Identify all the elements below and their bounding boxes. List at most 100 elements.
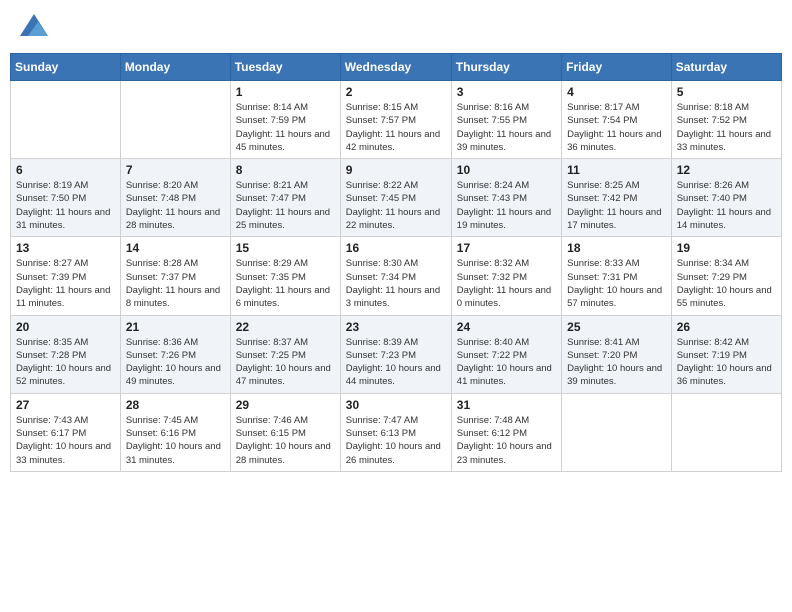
day-number: 14 <box>126 241 225 255</box>
weekday-header-tuesday: Tuesday <box>230 54 340 81</box>
day-number: 22 <box>236 320 335 334</box>
day-info: Sunrise: 8:27 AM Sunset: 7:39 PM Dayligh… <box>16 257 115 310</box>
calendar-cell: 19 Sunrise: 8:34 AM Sunset: 7:29 PM Dayli… <box>671 237 781 315</box>
calendar-cell <box>562 393 672 471</box>
calendar-cell: 1Sunrise: 8:14 AM Sunset: 7:59 PM Daylig… <box>230 81 340 159</box>
calendar-cell: 20 Sunrise: 8:35 AM Sunset: 7:28 PM Dayli… <box>11 315 121 393</box>
calendar-cell: 10 Sunrise: 8:24 AM Sunset: 7:43 PM Dayli… <box>451 159 561 237</box>
day-number: 28 <box>126 398 225 412</box>
calendar-week-row: 27 Sunrise: 7:43 AM Sunset: 6:17 PM Dayli… <box>11 393 782 471</box>
day-info: Sunrise: 8:25 AM Sunset: 7:42 PM Dayligh… <box>567 179 666 232</box>
calendar-cell: 29 Sunrise: 7:46 AM Sunset: 6:15 PM Dayli… <box>230 393 340 471</box>
calendar-cell: 31Sunrise: 7:48 AM Sunset: 6:12 PM Dayli… <box>451 393 561 471</box>
day-number: 16 <box>346 241 446 255</box>
day-number: 18 <box>567 241 666 255</box>
calendar-cell <box>120 81 230 159</box>
calendar-cell: 14 Sunrise: 8:28 AM Sunset: 7:37 PM Dayli… <box>120 237 230 315</box>
day-info: Sunrise: 8:28 AM Sunset: 7:37 PM Dayligh… <box>126 257 225 310</box>
day-number: 5 <box>677 85 776 99</box>
day-info: Sunrise: 8:17 AM Sunset: 7:54 PM Dayligh… <box>567 101 666 154</box>
day-number: 2 <box>346 85 446 99</box>
day-number: 26 <box>677 320 776 334</box>
day-info: Sunrise: 8:40 AM Sunset: 7:22 PM Dayligh… <box>457 336 556 389</box>
calendar-week-row: 6 Sunrise: 8:19 AM Sunset: 7:50 PM Daylig… <box>11 159 782 237</box>
calendar-cell: 3Sunrise: 8:16 AM Sunset: 7:55 PM Daylig… <box>451 81 561 159</box>
day-number: 17 <box>457 241 556 255</box>
day-number: 9 <box>346 163 446 177</box>
day-info: Sunrise: 8:20 AM Sunset: 7:48 PM Dayligh… <box>126 179 225 232</box>
day-info: Sunrise: 8:41 AM Sunset: 7:20 PM Dayligh… <box>567 336 666 389</box>
calendar-week-row: 13 Sunrise: 8:27 AM Sunset: 7:39 PM Dayli… <box>11 237 782 315</box>
day-info: Sunrise: 8:29 AM Sunset: 7:35 PM Dayligh… <box>236 257 335 310</box>
calendar-cell: 22 Sunrise: 8:37 AM Sunset: 7:25 PM Dayli… <box>230 315 340 393</box>
calendar-cell: 18 Sunrise: 8:33 AM Sunset: 7:31 PM Dayli… <box>562 237 672 315</box>
day-info: Sunrise: 7:43 AM Sunset: 6:17 PM Dayligh… <box>16 414 115 467</box>
day-info: Sunrise: 7:45 AM Sunset: 6:16 PM Dayligh… <box>126 414 225 467</box>
calendar-cell: 30 Sunrise: 7:47 AM Sunset: 6:13 PM Dayli… <box>340 393 451 471</box>
calendar-cell: 11Sunrise: 8:25 AM Sunset: 7:42 PM Dayli… <box>562 159 672 237</box>
calendar-cell: 16 Sunrise: 8:30 AM Sunset: 7:34 PM Dayli… <box>340 237 451 315</box>
weekday-header-sunday: Sunday <box>11 54 121 81</box>
day-info: Sunrise: 8:33 AM Sunset: 7:31 PM Dayligh… <box>567 257 666 310</box>
day-number: 20 <box>16 320 115 334</box>
day-info: Sunrise: 7:47 AM Sunset: 6:13 PM Dayligh… <box>346 414 446 467</box>
calendar-header-row: SundayMondayTuesdayWednesdayThursdayFrid… <box>11 54 782 81</box>
day-number: 29 <box>236 398 335 412</box>
day-info: Sunrise: 8:21 AM Sunset: 7:47 PM Dayligh… <box>236 179 335 232</box>
calendar-cell: 12Sunrise: 8:26 AM Sunset: 7:40 PM Dayli… <box>671 159 781 237</box>
calendar-week-row: 1Sunrise: 8:14 AM Sunset: 7:59 PM Daylig… <box>11 81 782 159</box>
day-info: Sunrise: 7:46 AM Sunset: 6:15 PM Dayligh… <box>236 414 335 467</box>
day-number: 21 <box>126 320 225 334</box>
calendar-cell: 17 Sunrise: 8:32 AM Sunset: 7:32 PM Dayli… <box>451 237 561 315</box>
day-info: Sunrise: 8:24 AM Sunset: 7:43 PM Dayligh… <box>457 179 556 232</box>
day-info: Sunrise: 8:22 AM Sunset: 7:45 PM Dayligh… <box>346 179 446 232</box>
weekday-header-monday: Monday <box>120 54 230 81</box>
day-info: Sunrise: 8:26 AM Sunset: 7:40 PM Dayligh… <box>677 179 776 232</box>
calendar-week-row: 20 Sunrise: 8:35 AM Sunset: 7:28 PM Dayli… <box>11 315 782 393</box>
day-number: 23 <box>346 320 446 334</box>
day-info: Sunrise: 8:30 AM Sunset: 7:34 PM Dayligh… <box>346 257 446 310</box>
day-number: 27 <box>16 398 115 412</box>
day-info: Sunrise: 8:35 AM Sunset: 7:28 PM Dayligh… <box>16 336 115 389</box>
calendar-cell: 9 Sunrise: 8:22 AM Sunset: 7:45 PM Daylig… <box>340 159 451 237</box>
calendar-cell <box>11 81 121 159</box>
day-info: Sunrise: 8:18 AM Sunset: 7:52 PM Dayligh… <box>677 101 776 154</box>
day-info: Sunrise: 8:16 AM Sunset: 7:55 PM Dayligh… <box>457 101 556 154</box>
weekday-header-saturday: Saturday <box>671 54 781 81</box>
calendar-cell: 27 Sunrise: 7:43 AM Sunset: 6:17 PM Dayli… <box>11 393 121 471</box>
day-number: 7 <box>126 163 225 177</box>
day-info: Sunrise: 7:48 AM Sunset: 6:12 PM Dayligh… <box>457 414 556 467</box>
calendar-cell: 8Sunrise: 8:21 AM Sunset: 7:47 PM Daylig… <box>230 159 340 237</box>
weekday-header-friday: Friday <box>562 54 672 81</box>
day-number: 10 <box>457 163 556 177</box>
calendar-cell: 15 Sunrise: 8:29 AM Sunset: 7:35 PM Dayli… <box>230 237 340 315</box>
header <box>10 10 782 45</box>
day-number: 30 <box>346 398 446 412</box>
day-info: Sunrise: 8:32 AM Sunset: 7:32 PM Dayligh… <box>457 257 556 310</box>
day-info: Sunrise: 8:34 AM Sunset: 7:29 PM Dayligh… <box>677 257 776 310</box>
day-number: 13 <box>16 241 115 255</box>
calendar-cell: 21Sunrise: 8:36 AM Sunset: 7:26 PM Dayli… <box>120 315 230 393</box>
day-info: Sunrise: 8:19 AM Sunset: 7:50 PM Dayligh… <box>16 179 115 232</box>
calendar-cell: 7 Sunrise: 8:20 AM Sunset: 7:48 PM Daylig… <box>120 159 230 237</box>
day-number: 25 <box>567 320 666 334</box>
day-number: 15 <box>236 241 335 255</box>
day-info: Sunrise: 8:15 AM Sunset: 7:57 PM Dayligh… <box>346 101 446 154</box>
day-info: Sunrise: 8:39 AM Sunset: 7:23 PM Dayligh… <box>346 336 446 389</box>
weekday-header-wednesday: Wednesday <box>340 54 451 81</box>
calendar-cell: 24Sunrise: 8:40 AM Sunset: 7:22 PM Dayli… <box>451 315 561 393</box>
calendar-cell <box>671 393 781 471</box>
logo <box>18 14 48 41</box>
calendar-cell: 25 Sunrise: 8:41 AM Sunset: 7:20 PM Dayli… <box>562 315 672 393</box>
day-number: 1 <box>236 85 335 99</box>
calendar-table: SundayMondayTuesdayWednesdayThursdayFrid… <box>10 53 782 472</box>
day-number: 19 <box>677 241 776 255</box>
calendar-cell: 26Sunrise: 8:42 AM Sunset: 7:19 PM Dayli… <box>671 315 781 393</box>
calendar-cell: 5 Sunrise: 8:18 AM Sunset: 7:52 PM Daylig… <box>671 81 781 159</box>
logo-icon <box>20 14 48 36</box>
calendar-cell: 28 Sunrise: 7:45 AM Sunset: 6:16 PM Dayli… <box>120 393 230 471</box>
weekday-header-thursday: Thursday <box>451 54 561 81</box>
calendar-cell: 23 Sunrise: 8:39 AM Sunset: 7:23 PM Dayli… <box>340 315 451 393</box>
day-info: Sunrise: 8:37 AM Sunset: 7:25 PM Dayligh… <box>236 336 335 389</box>
day-number: 6 <box>16 163 115 177</box>
